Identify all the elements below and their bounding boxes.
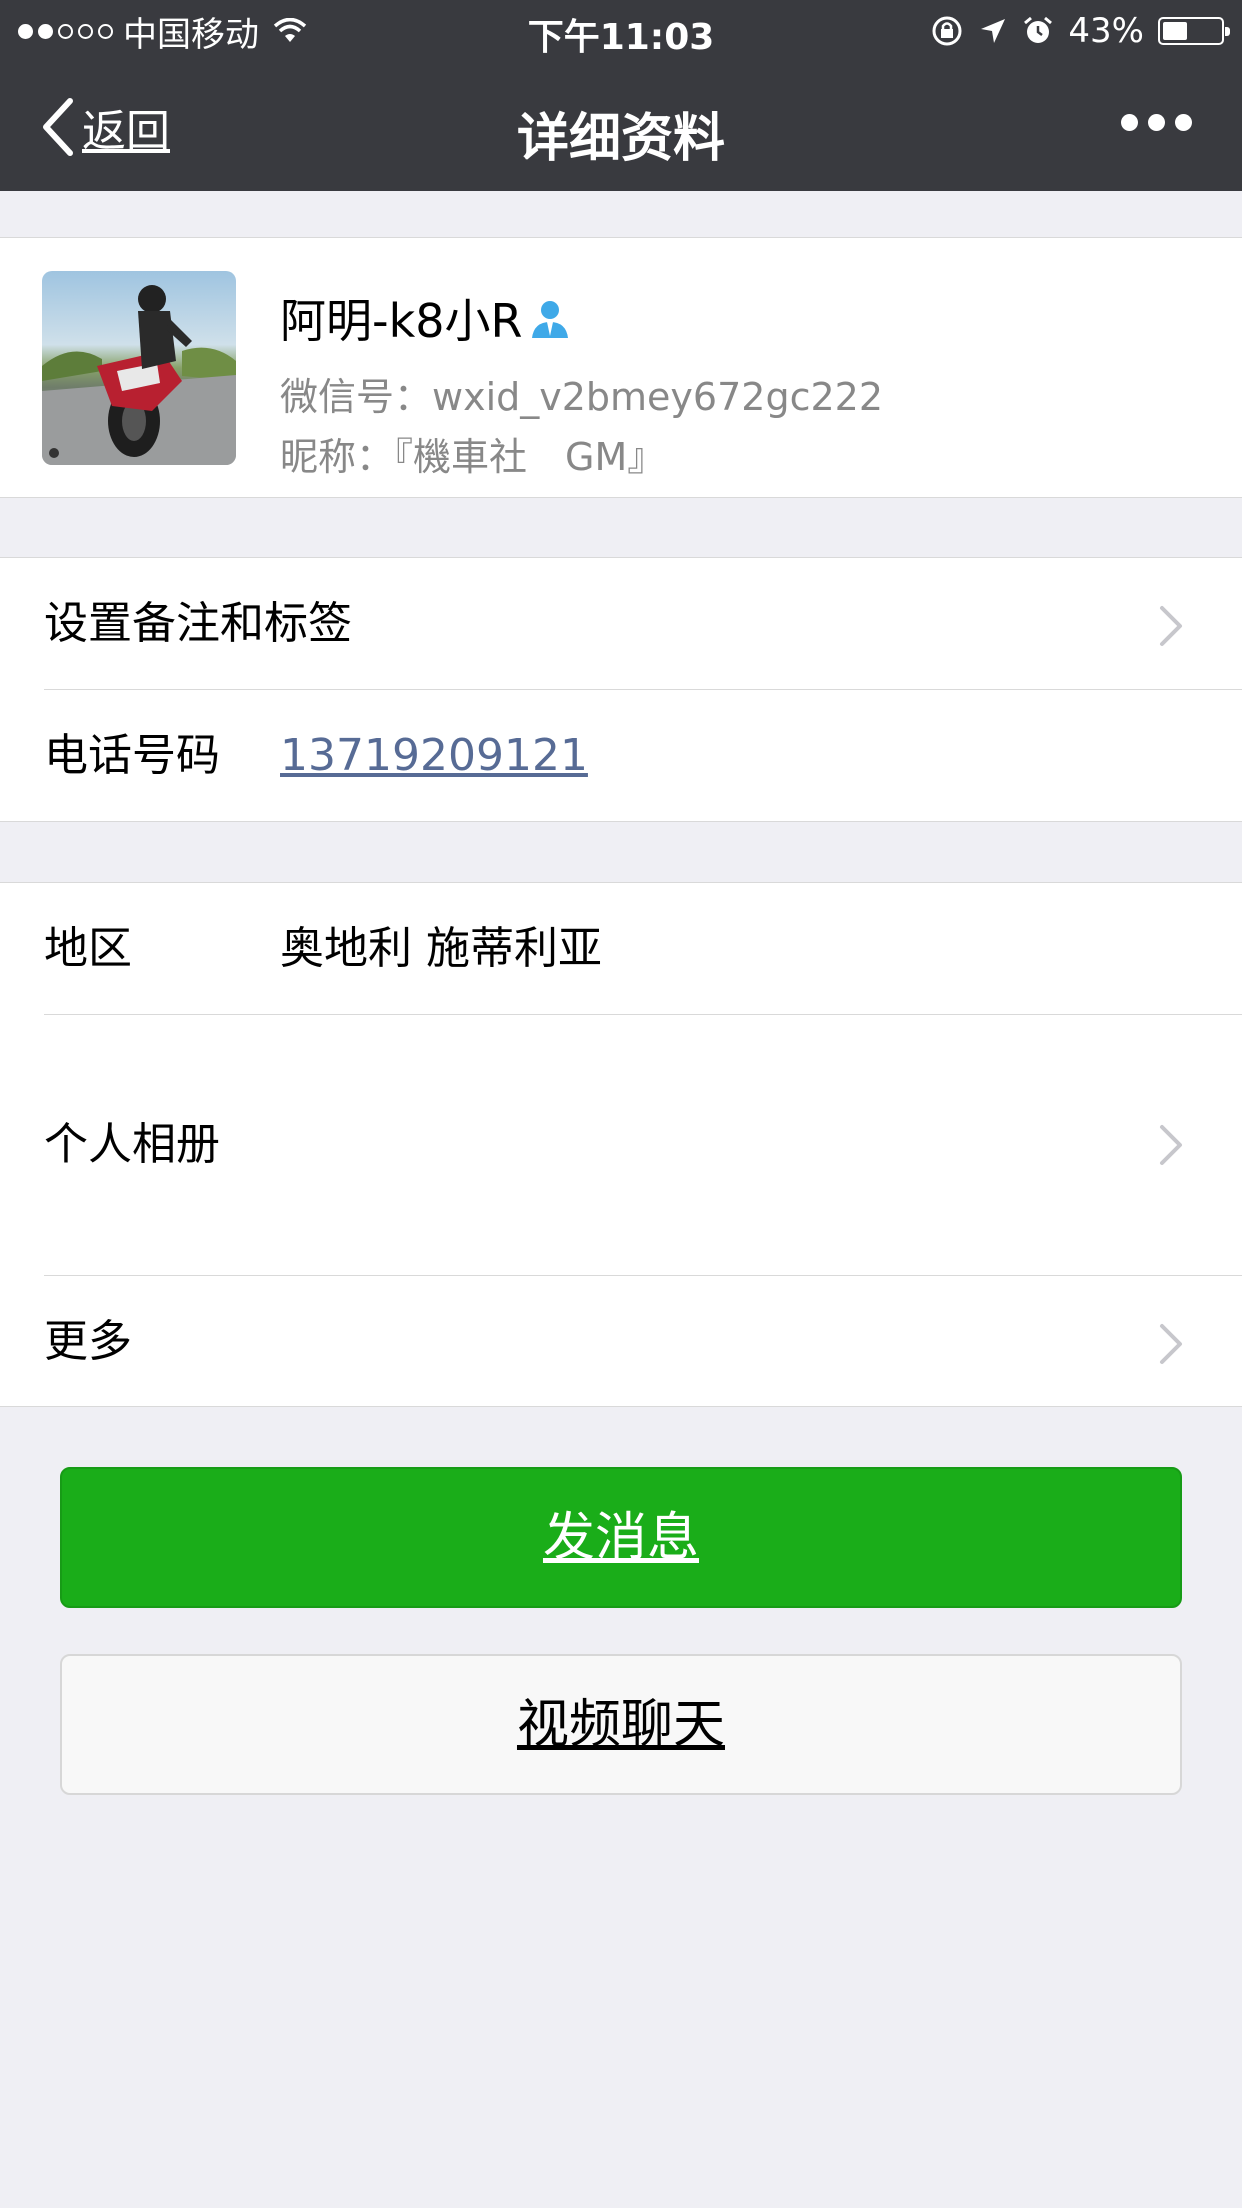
status-right: 43% [930,10,1230,52]
alarm-icon [1024,16,1053,43]
remark-label: 设置备注和标签 [44,598,352,649]
profile-name-text: 阿明-k8小R [280,294,523,348]
nav-bar: 返回 详细资料 [0,62,1242,191]
more-dots-icon[interactable] [1121,114,1192,131]
phone-row: 电话号码 13719209121 [0,690,1242,821]
page-title: 详细资料 [516,109,725,169]
remark-and-tags-row[interactable]: 设置备注和标签 [0,558,1242,689]
phone-label: 电话号码 [44,730,220,781]
region-value: 奥地利 施蒂利亚 [280,923,602,974]
location-arrow-icon [981,19,1006,43]
video-chat-button[interactable]: 视频聊天 [60,1654,1182,1795]
chevron-right-icon [1160,1324,1182,1364]
chevron-right-icon [1160,606,1182,646]
more-label: 更多 [44,1316,132,1367]
avatar[interactable] [42,271,236,465]
person-badge-icon [532,301,569,338]
contact-settings-group: 设置备注和标签 电话号码 13719209121 [0,557,1242,822]
motorcycle-rider-photo [42,285,236,465]
wechat-id: 微信号：wxid_v2bmey672gc222 [280,375,883,419]
rotation-lock-icon [932,16,962,46]
battery-icon [1158,17,1230,45]
top-bar: 中国移动 下午11:03 43% 返回 详细资料 [0,0,1242,191]
profile-name: 阿明-k8小R [280,285,572,351]
profile-card: 阿明-k8小R 微信号：wxid_v2bmey672gc222 昵称：『機車社 … [0,237,1242,498]
phone-number-link[interactable]: 13719209121 [280,690,588,821]
info-group: 地区 奥地利 施蒂利亚 个人相册 更多 [0,882,1242,1407]
send-message-button[interactable]: 发消息 [60,1467,1182,1608]
region-label: 地区 [44,923,132,974]
region-row: 地区 奥地利 施蒂利亚 [0,883,1242,1014]
album-label: 个人相册 [44,1119,220,1170]
chevron-right-icon [1160,1125,1182,1165]
nickname: 昵称：『機車社 GM』 [280,435,666,479]
status-bar: 中国移动 下午11:03 43% [0,0,1242,62]
more-row[interactable]: 更多 [0,1276,1242,1407]
personal-album-row[interactable]: 个人相册 [0,1015,1242,1275]
battery-percent: 43% [1068,11,1144,51]
